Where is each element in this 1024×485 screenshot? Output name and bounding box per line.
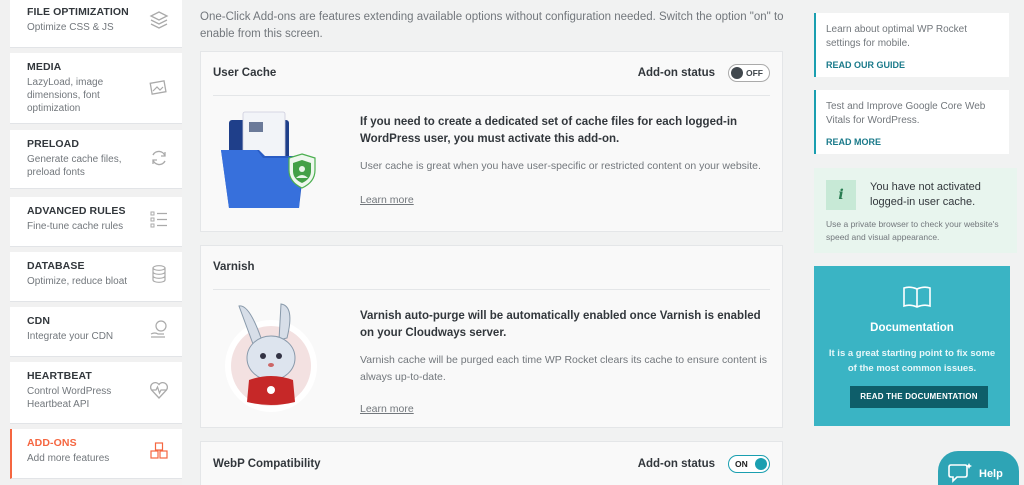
addon-card-user-cache: User Cache Add-on status OFF If you need… [200, 51, 783, 232]
sidebar-item-title: MEDIA [27, 61, 62, 73]
addon-card-varnish: Varnish Varnish auto-purge will be autom… [200, 245, 783, 428]
documentation-title: Documentation [870, 322, 954, 334]
notice-title: You have not activated logged-in user ca… [870, 181, 981, 208]
addon-card-header: User Cache Add-on status OFF [213, 52, 770, 96]
toggle-state-label: OFF [746, 68, 763, 78]
tip-text: Learn about optimal WP Rocket settings f… [826, 24, 968, 49]
sidebar-item-preload[interactable]: PRELOAD Generate cache files, preload fo… [10, 130, 182, 189]
main-content: One-Click Add-ons are features extending… [186, 0, 797, 485]
addon-card-webp: WebP Compatibility Add-on status ON [200, 441, 783, 485]
addon-status-label: Add-on status [637, 458, 715, 470]
sidebar-item-media[interactable]: MEDIA LazyLoad, image dimensions, font o… [10, 53, 182, 124]
sidebar: FILE OPTIMIZATION Optimize CSS & JS MEDI… [0, 0, 182, 485]
user-cache-folder-illustration [221, 111, 316, 208]
addon-title: WebP Compatibility [213, 458, 321, 470]
right-column: Learn about optimal WP Rocket settings f… [806, 0, 1024, 485]
addon-card-header: Varnish [213, 246, 770, 290]
read-more-link[interactable]: READ MORE [826, 137, 881, 147]
addon-desc-text: User cache is great when you have user-s… [360, 160, 761, 172]
user-cache-toggle[interactable]: OFF [728, 64, 770, 82]
addons-intro-text: One-Click Add-ons are features extending… [200, 11, 784, 40]
info-icon: i [826, 180, 856, 210]
images-icon [149, 80, 167, 95]
user-cache-notice: i You have not activated logged-in user … [814, 168, 1017, 253]
database-icon [152, 265, 166, 283]
webp-compatibility-toggle[interactable]: ON [728, 455, 770, 473]
documentation-desc: It is a great starting point to fix some… [828, 348, 996, 374]
addon-status-label: Add-on status [637, 67, 715, 79]
tip-card-mobile: Learn about optimal WP Rocket settings f… [814, 13, 1009, 77]
user-cache-learn-more-link[interactable]: Learn more [360, 194, 414, 206]
addon-title: User Cache [213, 67, 277, 79]
list-icon [150, 211, 167, 228]
sidebar-item-desc: Optimize, reduce bloat [27, 276, 128, 287]
sidebar-item-cdn[interactable]: CDN Integrate your CDN [10, 307, 182, 357]
sidebar-item-add-ons[interactable]: ADD-ONS Add more features [10, 429, 182, 479]
read-documentation-button[interactable]: READ THE DOCUMENTATION [850, 386, 988, 408]
book-icon [903, 286, 931, 308]
sidebar-item-heartbeat[interactable]: HEARTBEAT Control WordPress Heartbeat AP… [10, 362, 182, 424]
layers-icon [149, 11, 169, 29]
refresh-icon [152, 150, 166, 166]
documentation-panel: Documentation It is a great starting poi… [814, 266, 1010, 426]
sidebar-item-desc: Fine-tune cache rules [27, 221, 124, 232]
addon-title: Varnish [213, 261, 255, 273]
sidebar-item-desc: Control WordPress Heartbeat API [27, 386, 112, 410]
addon-card-header: WebP Compatibility Add-on status ON [213, 442, 770, 485]
varnish-learn-more-link[interactable]: Learn more [360, 403, 414, 415]
sidebar-item-desc: Generate cache files, preload fonts [27, 154, 122, 178]
toggle-knob [755, 458, 767, 470]
sidebar-item-desc: Add more features [27, 453, 110, 464]
help-button[interactable]: Help [938, 451, 1019, 485]
heartbeat-icon [149, 381, 169, 399]
help-label: Help [979, 468, 1003, 480]
cdn-hand-icon [150, 320, 167, 338]
sidebar-item-database[interactable]: DATABASE Optimize, reduce bloat [10, 252, 182, 302]
cubes-icon [150, 442, 168, 459]
sidebar-item-desc: Optimize CSS & JS [27, 22, 114, 33]
addon-desc-text: Varnish cache will be purged each time W… [360, 354, 767, 383]
sidebar-item-file-optimization[interactable]: FILE OPTIMIZATION Optimize CSS & JS [10, 0, 182, 48]
addon-lead-text: Varnish auto-purge will be automatically… [360, 310, 761, 339]
sidebar-item-desc: Integrate your CDN [27, 331, 114, 342]
varnish-rabbit-illustration [225, 303, 317, 412]
tip-card-core-web-vitals: Test and Improve Google Core Web Vitals … [814, 90, 1009, 154]
chat-bubbles-icon [948, 463, 972, 483]
read-our-guide-link[interactable]: READ OUR GUIDE [826, 60, 905, 70]
addon-lead-text: If you need to create a dedicated set of… [360, 116, 738, 145]
sidebar-item-desc: LazyLoad, image dimensions, font optimiz… [27, 77, 104, 114]
sidebar-item-advanced-rules[interactable]: ADVANCED RULES Fine-tune cache rules [10, 197, 182, 247]
notice-desc: Use a private browser to check your webs… [826, 219, 999, 242]
tip-text: Test and Improve Google Core Web Vitals … [826, 101, 986, 126]
toggle-knob [731, 67, 743, 79]
toggle-state-label: ON [735, 459, 748, 469]
